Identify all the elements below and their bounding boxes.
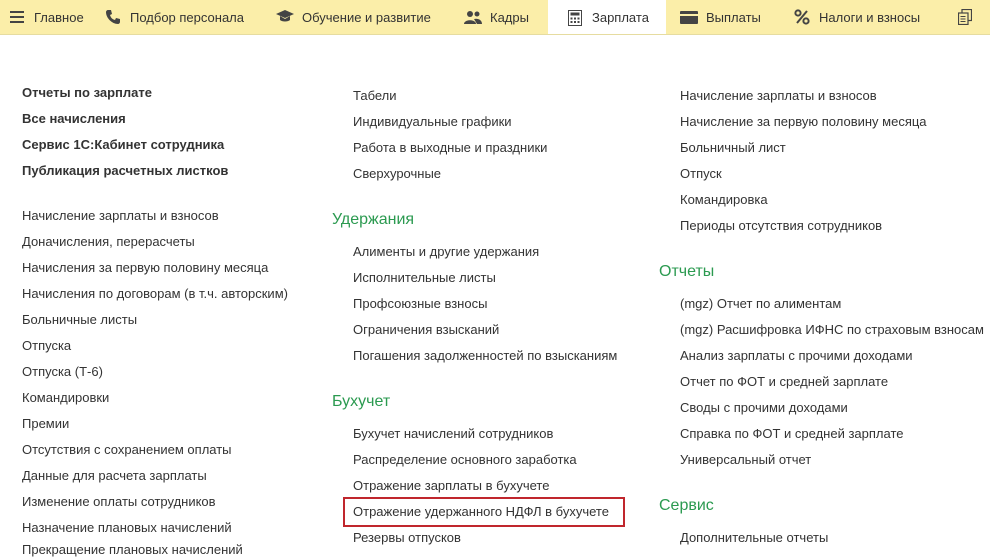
tab-hr[interactable]: Кадры (464, 0, 548, 34)
link-paid-absences[interactable]: Отсутствия с сохранением оплаты (22, 442, 232, 458)
calculator-icon (566, 9, 584, 27)
phone-icon (104, 8, 122, 26)
link-overtime[interactable]: Сверхурочные (353, 166, 441, 182)
link-planned-accruals[interactable]: Назначение плановых начислений (22, 520, 232, 536)
link-vacations-t6[interactable]: Отпуска (Т-6) (22, 364, 103, 380)
link-business-trip-doc[interactable]: Командировка (680, 192, 768, 208)
tab-label: Обучение и развитие (302, 9, 431, 25)
section-title-service: Сервис (659, 497, 714, 514)
tab-more[interactable] (956, 0, 990, 34)
link-sick-leaves[interactable]: Больничные листы (22, 312, 137, 328)
link-writs[interactable]: Исполнительные листы (353, 270, 496, 286)
tab-salary[interactable]: Зарплата (548, 0, 666, 34)
link-salary-reports[interactable]: Отчеты по зарплате (22, 85, 152, 101)
tab-label: Главное (34, 9, 84, 25)
link-alimony-report[interactable]: (mgz) Отчет по алиментам (680, 296, 841, 312)
link-payroll-accrual-doc[interactable]: Начисление зарплаты и взносов (680, 88, 877, 104)
link-additional-reports[interactable]: Дополнительные отчеты (680, 530, 828, 546)
link-union-fees[interactable]: Профсоюзные взносы (353, 296, 487, 312)
link-employee-cabinet[interactable]: Сервис 1С:Кабинет сотрудника (22, 137, 224, 153)
link-contract-accruals[interactable]: Начисления по договорам (в т.ч. авторски… (22, 286, 288, 302)
link-earnings-distribution[interactable]: Распределение основного заработка (353, 452, 577, 468)
link-all-accruals[interactable]: Все начисления (22, 111, 126, 127)
link-absence-periods[interactable]: Периоды отсутствия сотрудников (680, 218, 882, 234)
link-individual-schedules[interactable]: Индивидуальные графики (353, 114, 512, 130)
tab-label: Зарплата (592, 10, 649, 25)
tab-label: Выплаты (706, 9, 761, 25)
link-ndfl-reflection[interactable]: Отражение удержанного НДФЛ в бухучете (353, 504, 609, 520)
link-vacation-doc[interactable]: Отпуск (680, 166, 722, 182)
link-business-trips[interactable]: Командировки (22, 390, 109, 406)
link-salary-analysis[interactable]: Анализ зарплаты с прочими доходами (680, 348, 913, 364)
tab-label: Кадры (490, 9, 529, 25)
copy-icon (956, 8, 974, 26)
section-title-deductions: Удержания (332, 211, 415, 228)
link-first-half-accruals[interactable]: Начисления за первую половину месяца (22, 260, 268, 276)
link-publish-payslips[interactable]: Публикация расчетных листков (22, 163, 228, 179)
section-title-accounting: Бухучет (332, 393, 391, 410)
link-first-half-accrual-doc[interactable]: Начисление за первую половину месяца (680, 114, 927, 130)
tab-training[interactable]: Обучение и развитие (276, 0, 456, 34)
tab-taxes[interactable]: Налоги и взносы (793, 0, 943, 34)
link-weekend-work[interactable]: Работа в выходные и праздники (353, 140, 547, 156)
link-universal-report[interactable]: Универсальный отчет (680, 452, 811, 468)
link-additional-accruals[interactable]: Доначисления, перерасчеты (22, 234, 195, 250)
link-fot-certificate[interactable]: Справка по ФОТ и средней зарплате (680, 426, 903, 442)
link-recovery-limits[interactable]: Ограничения взысканий (353, 322, 499, 338)
percent-icon (793, 8, 811, 26)
link-salary-reflection[interactable]: Отражение зарплаты в бухучете (353, 478, 549, 494)
users-icon (464, 8, 482, 26)
wallet-icon (680, 8, 698, 26)
tab-payments[interactable]: Выплаты (680, 0, 780, 34)
link-accounting-accruals[interactable]: Бухучет начислений сотрудников (353, 426, 553, 442)
top-navigation-bar: Главное Подбор персонала Обучение и разв… (0, 0, 990, 35)
link-fot-report[interactable]: Отчет по ФОТ и средней зарплате (680, 374, 888, 390)
link-pay-changes[interactable]: Изменение оплаты сотрудников (22, 494, 216, 510)
tab-main[interactable]: Главное (0, 0, 98, 34)
section-title-reports: Отчеты (659, 263, 715, 280)
tab-label: Подбор персонала (130, 9, 244, 25)
link-timesheets[interactable]: Табели (353, 88, 397, 104)
link-stop-planned-accruals[interactable]: Прекращение плановых начислений (22, 542, 243, 558)
graduation-cap-icon (276, 8, 294, 26)
link-other-income-summary[interactable]: Своды с прочими доходами (680, 400, 848, 416)
link-debt-repayments[interactable]: Погашения задолженностей по взысканиям (353, 348, 617, 364)
link-vacation-reserves[interactable]: Резервы отпусков (353, 530, 461, 546)
link-sick-leave-doc[interactable]: Больничный лист (680, 140, 786, 156)
tab-recruitment[interactable]: Подбор персонала (104, 0, 264, 34)
tab-label: Налоги и взносы (819, 9, 921, 25)
link-payroll-accrual[interactable]: Начисление зарплаты и взносов (22, 208, 219, 224)
menu-icon (8, 8, 26, 26)
link-payroll-data[interactable]: Данные для расчета зарплаты (22, 468, 207, 484)
link-bonuses[interactable]: Премии (22, 416, 69, 432)
link-vacations[interactable]: Отпуска (22, 338, 71, 354)
link-alimony[interactable]: Алименты и другие удержания (353, 244, 539, 260)
link-ifns-breakdown[interactable]: (mgz) Расшифровка ИФНС по страховым взно… (680, 322, 984, 338)
